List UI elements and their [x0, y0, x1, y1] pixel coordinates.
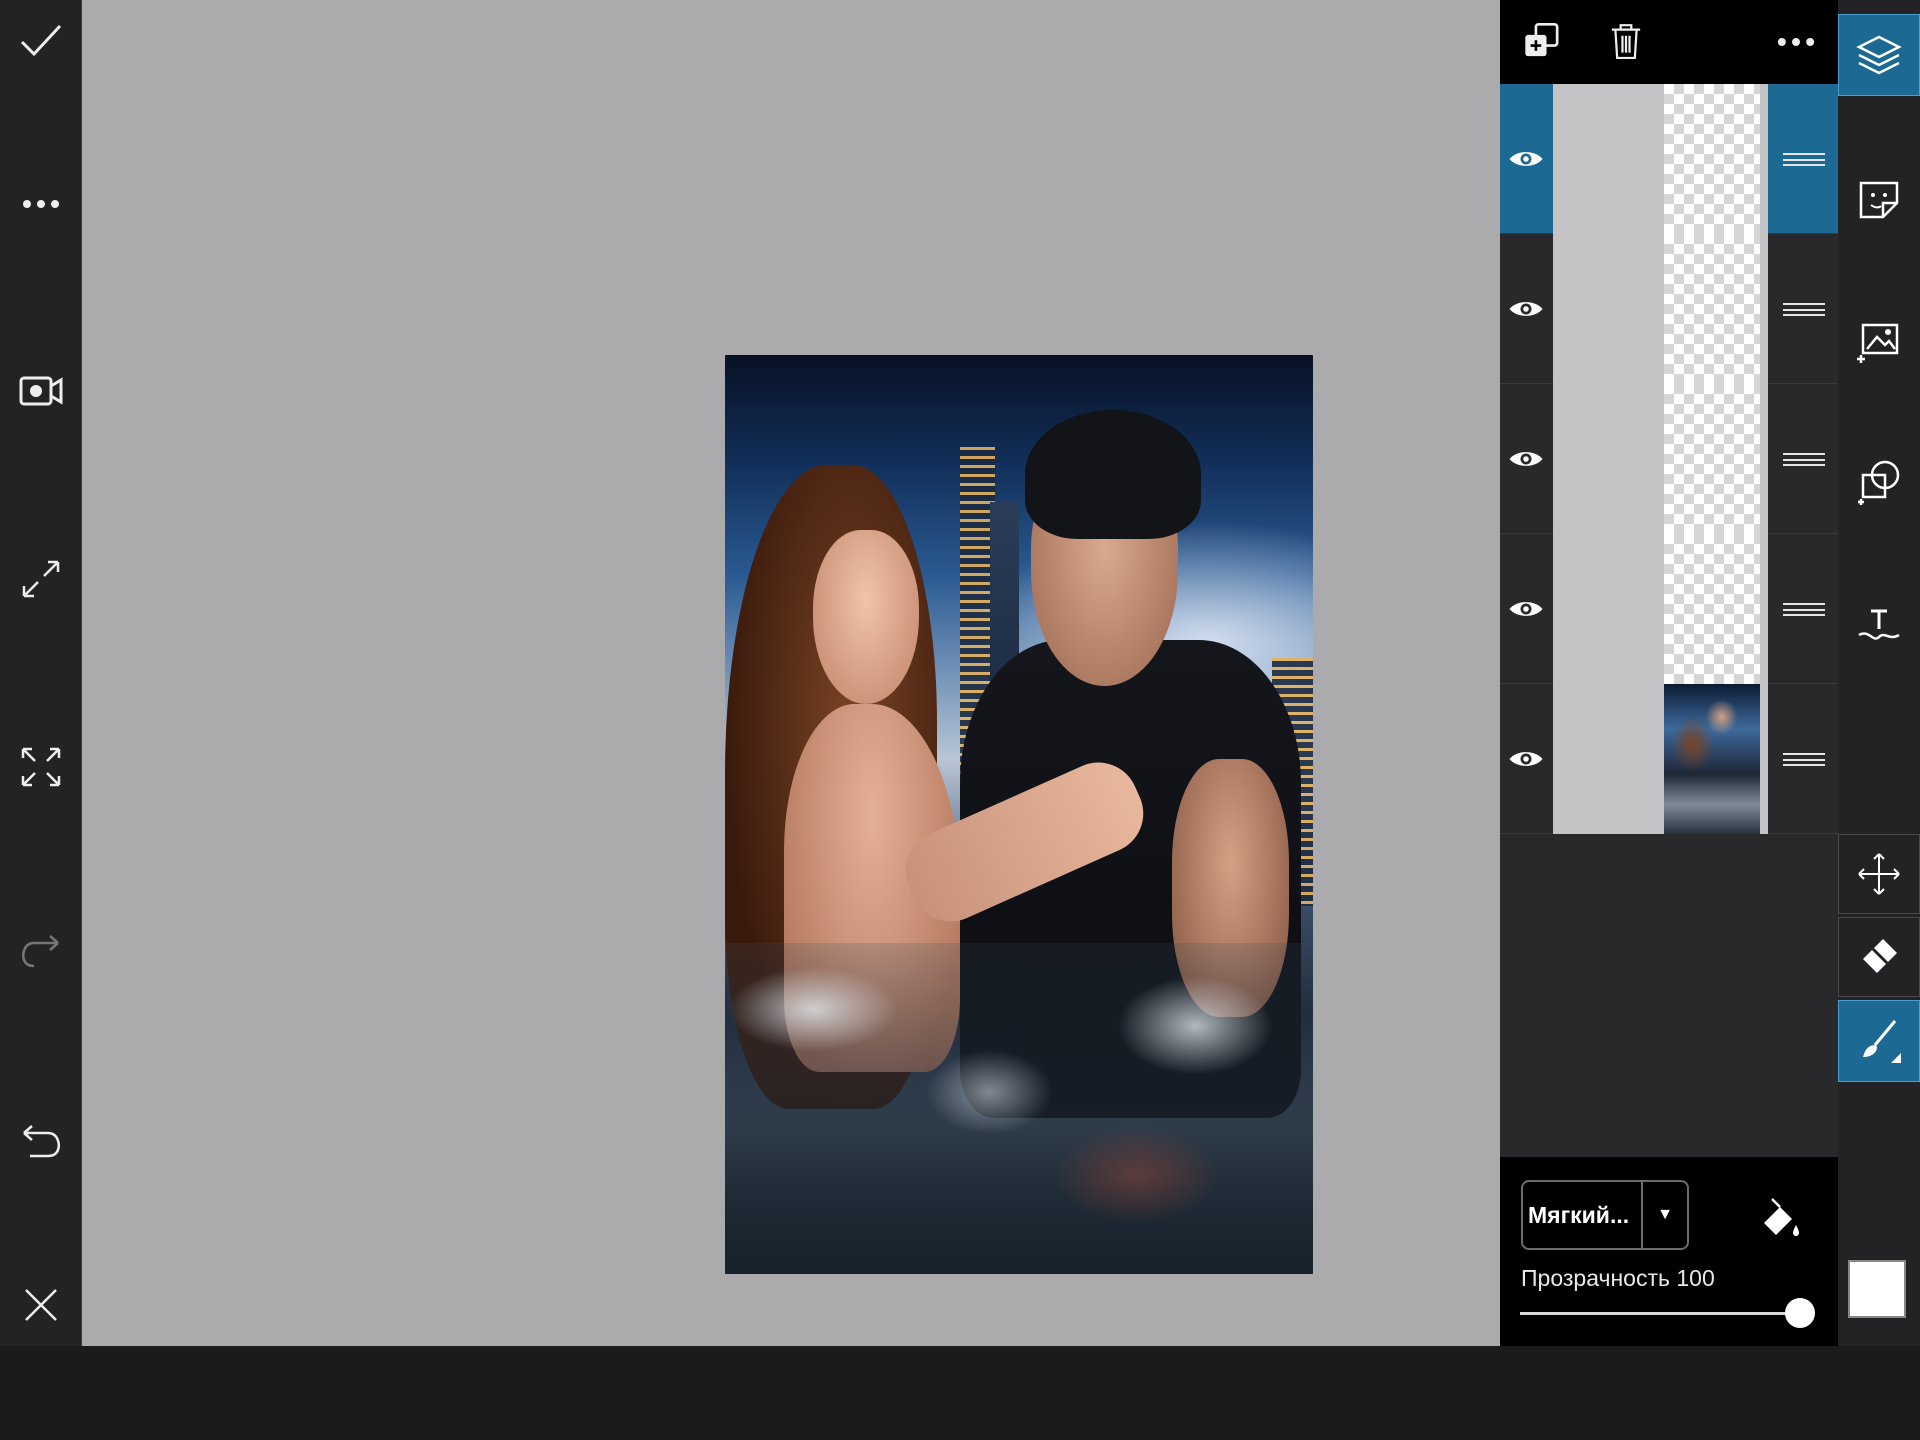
layer-thumbnail: [1664, 384, 1760, 534]
eye-icon: [1509, 302, 1543, 316]
add-image-tool-button[interactable]: [1838, 300, 1920, 382]
layer-thumbnail: [1664, 534, 1760, 684]
eraser-tool-button[interactable]: [1838, 917, 1920, 997]
layers-icon: [1856, 35, 1902, 75]
current-color-swatch[interactable]: [1848, 1260, 1906, 1318]
eye-icon: [1509, 452, 1543, 466]
layers-more-button[interactable]: [1770, 16, 1822, 68]
close-icon: [25, 1289, 57, 1321]
layers-panel: Мягкий... ▼ Прозрачность 100: [1500, 0, 1838, 1346]
text-icon: [1858, 609, 1900, 640]
more-dots-icon: [23, 200, 59, 208]
layer-drag-handle[interactable]: [1770, 84, 1838, 234]
brush-type-select[interactable]: Мягкий... ▼: [1521, 1180, 1689, 1250]
layer-row[interactable]: [1500, 234, 1838, 384]
add-image-icon: [1857, 323, 1899, 363]
eraser-icon: [1863, 939, 1897, 973]
woman-face: [813, 529, 920, 705]
delete-layer-button[interactable]: [1600, 16, 1652, 68]
shape-crop-icon: [1858, 460, 1900, 505]
eye-icon: [1509, 752, 1543, 766]
more-dots-icon: [1777, 38, 1815, 46]
sticker-icon: [1859, 181, 1899, 219]
confirm-button[interactable]: [0, 0, 82, 82]
video-camera-icon: [19, 376, 63, 406]
close-button[interactable]: [0, 1264, 82, 1346]
redo-icon: [22, 935, 59, 968]
right-toolbar: [1838, 0, 1920, 1346]
resize-button[interactable]: [0, 538, 82, 620]
fit-screen-button[interactable]: [0, 726, 82, 808]
trash-icon: [1611, 24, 1641, 60]
undo-icon: [23, 1125, 60, 1158]
man-hair: [1024, 410, 1202, 539]
layer-visibility-toggle[interactable]: [1500, 384, 1552, 534]
bottom-bar: [0, 1346, 1920, 1440]
layer-visibility-toggle[interactable]: [1500, 84, 1552, 234]
layer-thumbnail: [1664, 84, 1760, 234]
layer-thumbnail-frame: [1553, 684, 1768, 834]
expand-diagonal-icon: [22, 560, 60, 598]
opacity-slider-track[interactable]: [1520, 1312, 1800, 1315]
undo-button[interactable]: [0, 1100, 82, 1182]
layer-thumbnail: [1664, 234, 1760, 384]
layer-row[interactable]: [1500, 534, 1838, 684]
shape-crop-tool-button[interactable]: [1838, 440, 1920, 522]
brush-tool-button[interactable]: [1838, 1000, 1920, 1082]
move-arrows-icon: [1858, 853, 1900, 895]
brush-settings-panel: Мягкий... ▼ Прозрачность 100: [1500, 1157, 1838, 1346]
canvas-area[interactable]: [82, 0, 1500, 1346]
editor-app: Мягкий... ▼ Прозрачность 100: [0, 0, 1920, 1440]
brush-icon: [1863, 1020, 1901, 1063]
layer-visibility-toggle[interactable]: [1500, 534, 1552, 684]
mist-overlay: [725, 943, 1313, 1274]
fullscreen-arrows-icon: [21, 747, 61, 787]
layer-row[interactable]: [1500, 684, 1838, 834]
add-layer-button[interactable]: [1517, 16, 1569, 68]
layer-drag-handle[interactable]: [1770, 384, 1838, 534]
artwork-image[interactable]: [725, 355, 1313, 1274]
sticker-tool-button[interactable]: [1838, 158, 1920, 240]
layer-thumbnail-frame: [1553, 534, 1768, 684]
layer-row[interactable]: [1500, 84, 1838, 234]
paint-bucket-icon: [1764, 1198, 1799, 1236]
add-layer-icon: [1525, 22, 1559, 57]
brush-name: Мягкий...: [1528, 1201, 1630, 1228]
left-toolbar: [0, 0, 82, 1346]
layer-thumbnail-frame: [1553, 84, 1768, 234]
layer-drag-handle[interactable]: [1770, 234, 1838, 384]
opacity-label: Прозрачность 100: [1521, 1265, 1715, 1291]
move-tool-button[interactable]: [1838, 834, 1920, 914]
chevron-down-icon: ▼: [1641, 1182, 1687, 1248]
eye-icon: [1509, 152, 1543, 166]
layer-thumbnail-frame: [1553, 384, 1768, 534]
layer-visibility-toggle[interactable]: [1500, 684, 1552, 834]
layer-drag-handle[interactable]: [1770, 534, 1838, 684]
layer-thumbnail: [1664, 684, 1760, 834]
text-tool-button[interactable]: [1838, 584, 1920, 666]
opacity-slider-thumb[interactable]: [1785, 1298, 1815, 1328]
record-button[interactable]: [0, 350, 82, 432]
layer-visibility-toggle[interactable]: [1500, 234, 1552, 384]
redo-button[interactable]: [0, 910, 82, 992]
layer-drag-handle[interactable]: [1770, 684, 1838, 834]
layers-tool-button[interactable]: [1838, 14, 1920, 96]
eye-icon: [1509, 602, 1543, 616]
layer-thumbnail-frame: [1553, 234, 1768, 384]
checkmark-icon: [20, 24, 62, 57]
layer-row[interactable]: [1500, 384, 1838, 534]
layers-toolbar: [1500, 0, 1838, 84]
more-options-button[interactable]: [0, 163, 82, 245]
fill-button[interactable]: [1752, 1189, 1808, 1245]
